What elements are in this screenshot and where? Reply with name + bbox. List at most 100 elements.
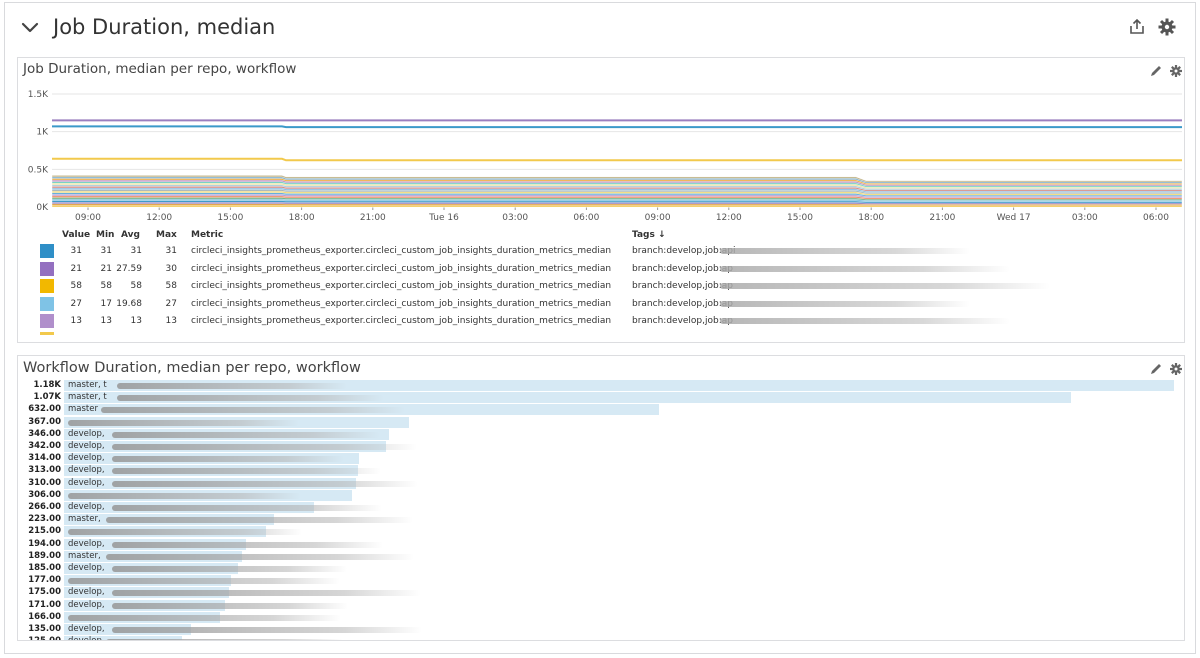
redacted-label-text — [111, 431, 380, 438]
redacted-label-text — [111, 505, 382, 511]
legend-header-avg[interactable]: Avg — [121, 230, 140, 240]
toplist-row[interactable]: 171.00 develop, — [18, 599, 1184, 612]
x-tick-label: 09:00 — [645, 213, 671, 223]
legend-value: 21 — [70, 263, 82, 274]
toplist-row[interactable]: 632.00 master — [18, 404, 1184, 416]
toplist-row[interactable]: 175.00 develop, — [18, 587, 1184, 599]
toplist-label: develop, — [68, 465, 105, 476]
x-tick-label: 15:00 — [787, 213, 813, 223]
legend-header-min[interactable]: Min — [96, 230, 114, 240]
x-tick-label: 09:00 — [75, 213, 101, 223]
share-icon[interactable] — [1127, 17, 1147, 37]
legend-value: 13 — [70, 316, 82, 326]
toplist-row[interactable]: 346.00 develop, — [18, 428, 1184, 441]
legend-max: 31 — [165, 246, 177, 256]
legend-row[interactable]: 58 58 58 58 circleci_insights_prometheus_exp… — [40, 279, 1180, 295]
redacted-label-text — [111, 480, 418, 487]
pencil-icon[interactable] — [1149, 361, 1163, 375]
toplist-label: develop, — [68, 502, 105, 512]
legend-max: 58 — [165, 281, 177, 291]
redacted-label-text — [68, 419, 299, 426]
toplist-value: 367.00 — [28, 416, 61, 427]
toplist-label: master, t — [68, 392, 107, 403]
chevron-down-icon[interactable] — [19, 17, 41, 39]
y-tick-label: 1K — [36, 128, 49, 138]
toplist-value: 135.00 — [28, 624, 61, 634]
legend-row[interactable]: 21 21 27.59 30 circleci_insights_prometheus_… — [40, 261, 1180, 278]
x-tick-label: 03:00 — [502, 213, 528, 223]
toplist-label: master, — [68, 514, 101, 525]
x-tick-label: 21:00 — [360, 213, 386, 223]
toplist-row[interactable]: 266.00 develop, — [18, 502, 1184, 514]
legend-swatch — [40, 296, 54, 311]
toplist-row[interactable]: 314.00 develop, — [18, 453, 1184, 465]
toplist-value: 632.00 — [28, 404, 61, 415]
toplist-row[interactable]: 215.00 — [18, 526, 1184, 538]
gear-icon[interactable] — [1157, 17, 1177, 37]
legend-value: 31 — [70, 246, 82, 256]
toplist-row[interactable]: 223.00 master, — [18, 514, 1184, 526]
toplist-row[interactable]: 367.00 — [18, 416, 1184, 429]
toplist-widget: Workflow Duration, median per repo, work… — [17, 355, 1185, 641]
legend-header-value[interactable]: Value — [62, 230, 90, 240]
legend-row[interactable]: 13 13 13 13 circleci_insights_prometheus_exp… — [40, 314, 1180, 330]
toplist-row[interactable]: 194.00 develop, — [18, 538, 1184, 551]
legend-min: 17 — [100, 298, 112, 309]
toplist-value: 314.00 — [28, 453, 61, 464]
legend-avg: 31 — [130, 246, 142, 256]
legend-header-tags[interactable]: Tags ↓ — [632, 230, 666, 240]
series-line — [52, 157, 1182, 162]
legend-value: 58 — [70, 281, 82, 291]
legend-value: 27 — [70, 298, 82, 309]
group-header: Job Duration, median — [5, 3, 1195, 55]
toplist-row[interactable]: 185.00 develop, — [18, 563, 1184, 575]
legend-max: 27 — [165, 298, 177, 309]
toplist-row[interactable]: 306.00 — [18, 489, 1184, 502]
toplist-label: develop, — [68, 538, 105, 549]
toplist-row[interactable]: 342.00 develop, — [18, 441, 1184, 453]
legend-swatch — [40, 331, 54, 335]
legend-header-metric[interactable]: Metric — [191, 230, 223, 240]
toplist-row[interactable]: 177.00 — [18, 575, 1184, 587]
toplist-value: 306.00 — [28, 489, 61, 500]
redacted-label-text — [111, 456, 344, 463]
redacted-label-text — [111, 590, 421, 597]
toplist-value: 189.00 — [28, 550, 61, 561]
redacted-label-text — [68, 492, 301, 499]
redacted-label-text — [106, 639, 344, 640]
toplist-value: 175.00 — [28, 587, 61, 598]
toplist-label: master — [68, 404, 98, 415]
y-tick-label: 0K — [36, 203, 49, 213]
toplist-row[interactable]: 189.00 master, — [18, 550, 1184, 563]
toplist-row[interactable]: 313.00 develop, — [18, 465, 1184, 477]
timeseries-chart[interactable]: 1.5K 1K 0.5K 0K 09:00 12:00 15:00 18:00 21:00 Tue… — [18, 58, 1184, 230]
legend-tags: branch:develop,job:ap — [632, 281, 733, 291]
group-title: Job Duration, median — [53, 15, 276, 39]
x-tick-label: 12:00 — [716, 213, 742, 223]
toplist-row[interactable]: 125.00 develop — [18, 636, 1184, 640]
x-tick-label: Tue 16 — [428, 213, 459, 223]
series-area — [51, 205, 1183, 208]
legend-row[interactable]: 31 31 31 31 circleci_insights_prometheus_exp… — [40, 244, 1180, 260]
x-tick-label: 03:00 — [1072, 213, 1098, 223]
legend-header-max[interactable]: Max — [156, 230, 177, 240]
redacted-tag-text — [720, 283, 1050, 289]
redacted-label-text — [106, 553, 415, 560]
toplist-label: develop, — [68, 441, 105, 451]
toplist-label: develop, — [68, 477, 105, 488]
toplist-value: 194.00 — [28, 538, 61, 549]
redacted-label-text — [111, 541, 383, 548]
toplist-value: 1.18K — [33, 380, 61, 390]
toplist-row[interactable]: 310.00 develop, — [18, 477, 1184, 490]
toplist-row[interactable]: 166.00 — [18, 611, 1184, 624]
gear-icon[interactable] — [1169, 361, 1183, 375]
toplist-row[interactable]: 1.07K master, t — [18, 392, 1184, 404]
toplist-row[interactable]: 135.00 develop, — [18, 624, 1184, 636]
redacted-tag-text — [720, 300, 970, 307]
legend-row[interactable]: 27 17 19.68 27 circleci_insights_prometheus_… — [40, 296, 1180, 313]
legend-avg: 27.59 — [116, 263, 142, 274]
legend-tags: branch:develop,job:ap — [632, 298, 733, 309]
toplist-row[interactable]: 1.18K master, t — [18, 380, 1184, 392]
legend-min: 21 — [100, 263, 112, 274]
widget-title: Workflow Duration, median per repo, work… — [23, 360, 361, 376]
